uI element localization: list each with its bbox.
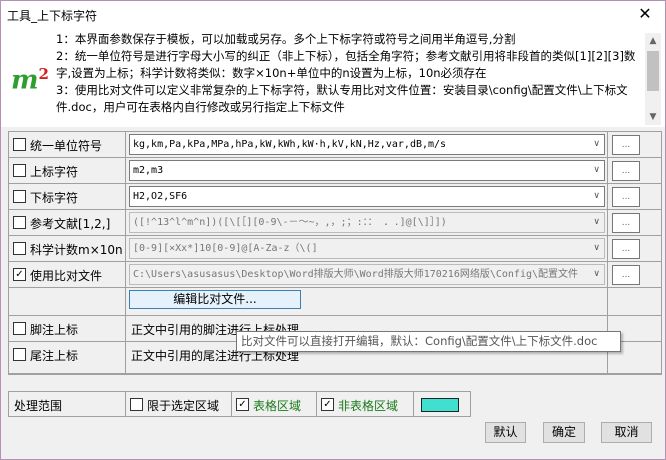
color-swatch[interactable] [421, 398, 459, 412]
setting-label: 使用比对文件 [30, 269, 103, 283]
checkbox[interactable]: ✓ [236, 398, 249, 411]
chevron-down-icon[interactable]: ∨ [593, 135, 600, 154]
dialog-window: 工具_上下标字符 ✕ m2 1：本界面参数保存于模板，可以加载或另存。多个上下标… [0, 0, 666, 460]
range-label: 处理范围 [14, 399, 63, 413]
empty-cell [608, 288, 661, 315]
title-bar: 工具_上下标字符 ✕ [1, 1, 665, 29]
scroll-down-icon[interactable]: ▼ [645, 109, 661, 125]
browse-button[interactable]: ... [612, 161, 640, 181]
setting-label-cell[interactable]: 下标字符 [9, 184, 126, 209]
combo-value: m2,m3 [133, 165, 164, 176]
setting-label: 尾注上标 [30, 349, 79, 363]
checkbox[interactable] [13, 164, 26, 177]
more-cell: ... [608, 158, 661, 183]
chevron-down-icon[interactable]: ∨ [593, 265, 600, 284]
value-combobox[interactable]: [0-9][×Xx*]10[0-9]@[A-Za-z（\(] ∨ [129, 238, 605, 259]
checkbox[interactable] [13, 138, 26, 151]
scroll-thumb[interactable] [647, 51, 659, 91]
value-cell: ([!^13^l^m^n])([\[［][0-9\-－～~，,，;；:：： ．.… [126, 210, 608, 235]
browse-button[interactable]: ... [612, 265, 640, 285]
value-combobox[interactable]: H2,O2,SF6 ∨ [129, 186, 605, 207]
superscript-logo: m2 [11, 65, 49, 96]
scroll-up-icon[interactable]: ▲ [645, 33, 661, 49]
value-cell: [0-9][×Xx*]10[0-9]@[A-Za-z（\(] ∨ [126, 236, 608, 261]
value-combobox[interactable]: C:\Users\asusasus\Desktop\Word排版大师\Word排… [129, 264, 605, 285]
window-title: 工具_上下标字符 [7, 9, 98, 23]
selection-only-checkbox[interactable]: 限于选定区域 [125, 391, 231, 417]
browse-button[interactable]: ... [612, 135, 640, 155]
setting-label: 脚注上标 [30, 323, 79, 337]
setting-row: 上标字符 m2,m3 ∨ ... [9, 158, 661, 184]
setting-label-cell[interactable]: 科学计数m×10n [9, 236, 126, 261]
more-cell: ... [608, 236, 661, 261]
combo-value: [0-9][×Xx*]10[0-9]@[A-Za-z（\(] [133, 243, 318, 254]
setting-row: 参考文献[1,2,] ([!^13^l^m^n])([\[［][0-9\-－～~… [9, 210, 661, 236]
setting-label: 科学计数m×10n [30, 243, 123, 257]
chevron-down-icon[interactable]: ∨ [593, 239, 600, 258]
value-cell: kg,km,Pa,kPa,MPa,hPa,kW,kWh,kW·h,kV,kN,H… [126, 132, 608, 157]
setting-row: 科学计数m×10n [0-9][×Xx*]10[0-9]@[A-Za-z（\(]… [9, 236, 661, 262]
checkbox[interactable]: ✓ [13, 268, 26, 281]
value-combobox[interactable]: kg,km,Pa,kPa,MPa,hPa,kW,kWh,kW·h,kV,kN,H… [129, 134, 605, 155]
info-line: 3：使用比对文件可以定义非常复杂的上下标字符，默认专用比对文件位置：安装目录\c… [56, 83, 628, 114]
setting-row: 统一单位符号 kg,km,Pa,kPa,MPa,hPa,kW,kWh,kW·h,… [9, 132, 661, 158]
setting-label-cell[interactable]: 统一单位符号 [9, 132, 126, 157]
chevron-down-icon[interactable]: ∨ [593, 187, 600, 206]
value-combobox[interactable]: m2,m3 ∨ [129, 160, 605, 181]
default-button[interactable]: 默认 [485, 422, 526, 443]
checkbox[interactable] [13, 348, 26, 361]
setting-label-cell[interactable]: 上标字符 [9, 158, 126, 183]
setting-label-cell[interactable]: 参考文献[1,2,] [9, 210, 126, 235]
more-cell: ... [608, 132, 661, 157]
non-table-area-checkbox[interactable]: ✓ 非表格区域 [316, 391, 413, 417]
tooltip: 比对文件可以直接打开编辑，默认：Config\配置文件\上下标文件.doc [236, 331, 621, 352]
info-text: 1：本界面参数保存于模板，可以加载或另存。多个上下标字符或符号之间用半角逗号,分… [56, 31, 641, 116]
ok-button[interactable]: 确定 [543, 422, 585, 443]
table-area-checkbox[interactable]: ✓ 表格区域 [231, 391, 316, 417]
cancel-button[interactable]: 取消 [601, 422, 652, 443]
value-cell: C:\Users\asusasus\Desktop\Word排版大师\Word排… [126, 262, 608, 287]
checkbox[interactable]: ✓ [321, 398, 334, 411]
chevron-down-icon[interactable]: ∨ [593, 213, 600, 232]
setting-label-cell[interactable]: ✓ 使用比对文件 [9, 262, 126, 287]
endnote-checkbox-cell[interactable]: 尾注上标 [9, 342, 126, 373]
chevron-down-icon[interactable]: ∨ [593, 161, 600, 180]
footnote-checkbox-cell[interactable]: 脚注上标 [9, 316, 126, 341]
close-icon[interactable]: ✕ [633, 4, 657, 23]
checkbox[interactable] [13, 242, 26, 255]
range-label-cell: 处理范围 [8, 391, 125, 417]
setting-row: ✓ 使用比对文件 C:\Users\asusasus\Desktop\Word排版… [9, 262, 661, 288]
setting-row: 下标字符 H2,O2,SF6 ∨ ... [9, 184, 661, 210]
setting-label: 下标字符 [30, 191, 79, 205]
info-scrollbar[interactable]: ▲ ▼ [645, 33, 661, 125]
checkbox[interactable] [13, 322, 26, 335]
combo-value: kg,km,Pa,kPa,MPa,hPa,kW,kWh,kW·h,kV,kN,H… [133, 139, 447, 150]
empty-cell [9, 288, 126, 315]
info-line: 2：统一单位符号是进行字母大小写的纠正（非上下标），包括全角字符；参考文献引用将… [56, 49, 636, 80]
setting-label: 参考文献[1,2,] [30, 217, 111, 231]
combo-value: ([!^13^l^m^n])([\[［][0-9\-－～~，,，;；:：： ．.… [133, 217, 447, 228]
edit-compare-file-button[interactable]: 编辑比对文件... [129, 290, 301, 309]
browse-button[interactable]: ... [612, 187, 640, 207]
info-line: 1：本界面参数保存于模板，可以加载或另存。多个上下标字符或符号之间用半角逗号,分… [56, 32, 516, 46]
more-cell: ... [608, 210, 661, 235]
checkbox[interactable] [13, 216, 26, 229]
combo-value: H2,O2,SF6 [133, 191, 188, 202]
edit-cell: 编辑比对文件... [126, 288, 608, 315]
combo-value: C:\Users\asusasus\Desktop\Word排版大师\Word排… [133, 269, 579, 280]
setting-label: 上标字符 [30, 165, 79, 179]
color-cell [413, 391, 471, 417]
checkbox[interactable] [13, 190, 26, 203]
browse-button[interactable]: ... [612, 239, 640, 259]
value-cell: H2,O2,SF6 ∨ [126, 184, 608, 209]
setting-label: 统一单位符号 [30, 139, 103, 153]
checkbox[interactable] [130, 398, 143, 411]
browse-button[interactable]: ... [612, 213, 640, 233]
more-cell: ... [608, 184, 661, 209]
more-cell: ... [608, 262, 661, 287]
info-panel: m2 1：本界面参数保存于模板，可以加载或另存。多个上下标字符或符号之间用半角逗… [1, 29, 665, 127]
edit-row: 编辑比对文件... [9, 288, 661, 316]
value-cell: m2,m3 ∨ [126, 158, 608, 183]
value-combobox[interactable]: ([!^13^l^m^n])([\[［][0-9\-－～~，,，;；:：： ．.… [129, 212, 605, 233]
